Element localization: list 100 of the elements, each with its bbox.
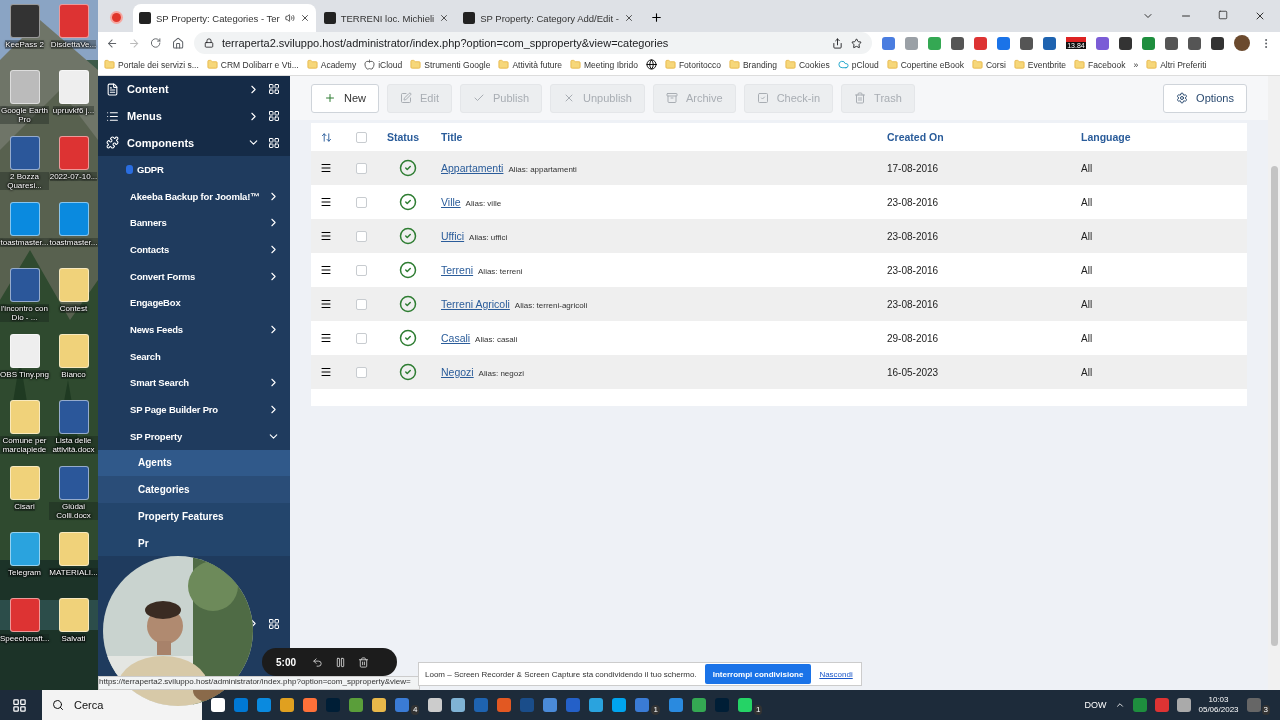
toolbar-button[interactable]: New xyxy=(311,83,379,113)
menu-item[interactable]: Pr xyxy=(98,529,290,557)
tray-chevron-icon[interactable] xyxy=(1114,700,1125,710)
published-icon[interactable] xyxy=(399,329,417,347)
home-icon[interactable] xyxy=(171,36,184,50)
category-link[interactable]: Terreni Agricoli xyxy=(441,298,510,310)
tray-icon[interactable] xyxy=(1132,698,1147,712)
category-link[interactable]: Casali xyxy=(441,332,471,344)
browser-tab[interactable]: SP Property: Categories - Ter xyxy=(133,4,316,32)
new-tab-icon[interactable] xyxy=(649,11,663,24)
reload-icon[interactable] xyxy=(150,37,162,49)
category-link[interactable]: Ville xyxy=(441,196,461,208)
drag-handle-icon[interactable] xyxy=(320,264,332,276)
tray-icon[interactable] xyxy=(1176,698,1191,712)
menu-item[interactable]: SP Property xyxy=(98,422,290,450)
menu-item[interactable]: GDPR xyxy=(98,156,290,183)
category-link[interactable]: Appartamenti xyxy=(441,162,504,174)
drag-handle-icon[interactable] xyxy=(320,298,332,310)
extension-icon[interactable] xyxy=(1043,36,1057,50)
share-icon[interactable] xyxy=(832,37,844,49)
menu-item[interactable]: Contacts xyxy=(98,236,290,263)
menu-item[interactable]: Akeeba Backup for Joomla!™ xyxy=(98,182,290,210)
taskbar-app-icon[interactable] xyxy=(737,698,752,712)
select-all-checkbox[interactable] xyxy=(355,131,367,143)
tray-icon[interactable] xyxy=(1154,698,1169,712)
menu-item[interactable]: Banners xyxy=(98,209,290,237)
taskbar-app-icon[interactable] xyxy=(428,698,443,712)
published-icon[interactable] xyxy=(399,295,417,313)
close-icon[interactable] xyxy=(1254,10,1266,22)
drag-handle-icon[interactable] xyxy=(320,332,332,344)
extension-icon[interactable] xyxy=(1187,36,1201,50)
extension-icon[interactable] xyxy=(1210,36,1224,50)
avatar-icon[interactable] xyxy=(1233,35,1250,51)
drag-handle-icon[interactable] xyxy=(320,230,332,242)
row-checkbox[interactable] xyxy=(355,196,367,208)
drag-handle-icon[interactable] xyxy=(320,196,332,208)
bookmark[interactable]: Meeting Ibrido xyxy=(570,59,638,70)
options-button[interactable]: Options xyxy=(1163,83,1247,113)
hide-link[interactable]: Nascondi xyxy=(819,669,853,679)
notifications-icon[interactable] xyxy=(1246,698,1261,712)
category-link[interactable]: Terreni xyxy=(441,264,474,276)
back-icon[interactable] xyxy=(106,36,119,50)
menu-item[interactable]: Convert Forms xyxy=(98,262,290,290)
taskbar-app-icon[interactable] xyxy=(691,698,706,712)
extension-icon[interactable] xyxy=(1020,36,1034,50)
drag-handle-icon[interactable] xyxy=(320,162,332,174)
stop-sharing-button[interactable]: Interrompi condivisione xyxy=(704,664,812,684)
bookmark[interactable]: Portale dei servizi s... xyxy=(104,59,199,70)
row-checkbox[interactable] xyxy=(355,366,367,378)
start-icon[interactable] xyxy=(12,697,27,713)
bookmark[interactable]: Copertine eBook xyxy=(886,59,964,70)
taskbar-app-icon[interactable] xyxy=(543,698,558,712)
bookmark[interactable]: Branding xyxy=(728,59,777,70)
bookmark[interactable]: Academy xyxy=(306,59,357,70)
close-icon[interactable] xyxy=(439,13,450,23)
grid-icon[interactable] xyxy=(268,617,280,630)
pause-icon[interactable] xyxy=(335,656,346,668)
bookmark[interactable]: iCloud xyxy=(364,59,403,70)
bookmark[interactable]: Cookies xyxy=(785,59,830,70)
trash-icon[interactable] xyxy=(358,656,369,668)
taskbar-app-icon[interactable] xyxy=(589,698,604,712)
published-icon[interactable] xyxy=(399,193,417,211)
star-icon[interactable] xyxy=(851,37,863,49)
grid-icon[interactable] xyxy=(268,83,280,96)
menu-item[interactable]: Property Features xyxy=(98,503,290,530)
category-link[interactable]: Negozi xyxy=(441,366,474,378)
extension-icon[interactable] xyxy=(951,36,965,50)
extension-icon[interactable] xyxy=(1118,36,1132,50)
bookmark[interactable]: Eventbrite xyxy=(1013,59,1067,70)
bookmark[interactable]: pCloud xyxy=(837,59,879,70)
row-checkbox[interactable] xyxy=(355,264,367,276)
menu-item[interactable]: Agents xyxy=(98,449,290,477)
row-checkbox[interactable] xyxy=(355,162,367,174)
taskbar-app-icon[interactable] xyxy=(497,698,512,712)
grid-icon[interactable] xyxy=(268,110,280,123)
menu-item[interactable]: Search xyxy=(98,342,290,370)
row-checkbox[interactable] xyxy=(355,230,367,242)
browser-tab[interactable]: SP Property: Category Add/Edit - xyxy=(457,4,640,32)
sidebar-section[interactable]: Components xyxy=(98,129,290,157)
bookmark[interactable]: CRM Dolibarr e Vti... xyxy=(206,59,299,70)
sidebar-section[interactable]: Menus xyxy=(98,102,290,130)
published-icon[interactable] xyxy=(399,363,417,381)
bookmark[interactable]: Facebook xyxy=(1074,59,1126,70)
column-header[interactable]: Created On xyxy=(881,131,1075,143)
more-bookmarks[interactable]: » xyxy=(1133,59,1139,70)
bookmark[interactable]: Corsi xyxy=(971,59,1006,70)
maximize-icon[interactable] xyxy=(1218,10,1228,20)
bookmark[interactable]: Altri Preferiti xyxy=(1146,59,1207,70)
published-icon[interactable] xyxy=(399,227,417,245)
globe-icon[interactable] xyxy=(645,59,657,70)
grid-icon[interactable] xyxy=(268,136,280,149)
drag-handle-icon[interactable] xyxy=(320,366,332,378)
close-icon[interactable] xyxy=(623,13,634,23)
clock[interactable]: 10:03 05/06/2023 xyxy=(1198,695,1239,715)
browser-tab[interactable]: TERRENI loc. Michieli xyxy=(317,4,456,32)
published-icon[interactable] xyxy=(399,159,417,177)
sidebar-section[interactable]: Content xyxy=(98,76,290,103)
undo-icon[interactable] xyxy=(312,656,323,668)
published-icon[interactable] xyxy=(399,261,417,279)
bookmark[interactable]: Attività future xyxy=(498,59,563,70)
